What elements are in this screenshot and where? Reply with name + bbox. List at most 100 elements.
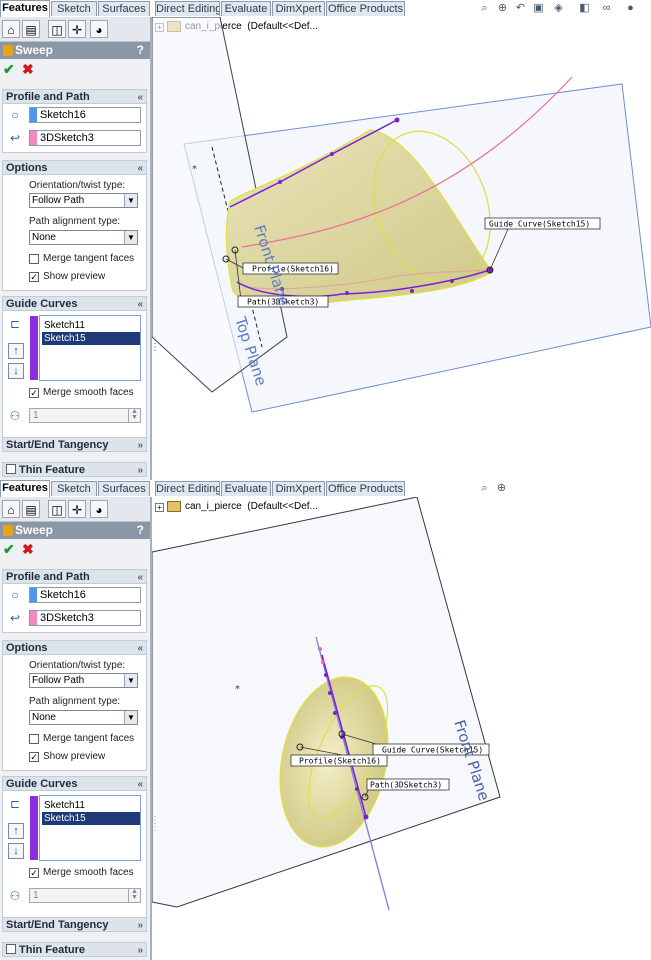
previous-view-icon[interactable]: ↶ [514, 2, 527, 15]
appearance-icon[interactable]: ● [624, 2, 637, 15]
chevron-down-icon: ▼ [124, 194, 137, 207]
zoom-to-fit-icon[interactable]: ⌕ [478, 482, 491, 495]
display-manager-icon[interactable]: ◕ [90, 500, 108, 518]
feature-manager-icon[interactable]: ⌂ [2, 20, 20, 38]
thin-feature-header[interactable]: Thin Feature » [2, 942, 147, 957]
orientation-select[interactable]: Follow Path ▼ [29, 673, 138, 688]
path-callout[interactable]: Path(3DSketch3) [366, 778, 450, 791]
group-title: Options [6, 162, 48, 174]
tab-surfaces[interactable]: Surfaces [98, 481, 150, 496]
cancel-button[interactable]: ✖ [22, 541, 34, 558]
group-title: Profile and Path [6, 91, 90, 103]
tab-evaluate[interactable]: Evaluate [221, 1, 271, 16]
path-value: 3DSketch3 [40, 132, 94, 144]
spinner-value: 1 [33, 410, 39, 421]
guide-curves-header[interactable]: Guide Curves « [2, 776, 147, 791]
tab-office-products[interactable]: Office Products [326, 481, 405, 496]
start-end-tangency-header[interactable]: Start/End Tangency » [2, 917, 147, 932]
merge-tangent-checkbox[interactable] [29, 734, 39, 744]
section-spinner[interactable]: 1 ▲ ▼ [29, 888, 141, 903]
property-manager-icon[interactable]: ▤ [22, 500, 40, 518]
list-item[interactable]: Sketch11 [42, 799, 140, 812]
alignment-select[interactable]: None ▼ [29, 230, 138, 245]
spinner-arrows-icon: ▲ ▼ [128, 408, 140, 422]
hide-show-icon[interactable]: ∞ [600, 2, 613, 15]
section-spinner[interactable]: 1 ▲ ▼ [29, 408, 141, 423]
path-color-swatch [30, 131, 37, 145]
tab-direct-editing[interactable]: Direct Editing [155, 481, 220, 496]
move-down-button[interactable]: ↓ [8, 363, 24, 379]
guide-curve-icon: ⊏ [9, 797, 21, 811]
tab-office-products[interactable]: Office Products [326, 1, 405, 16]
guide-curves-list[interactable]: Sketch11 Sketch15 [30, 795, 141, 861]
tab-dimxpert[interactable]: DimXpert [272, 1, 325, 16]
guide-curves-header[interactable]: Guide Curves « [2, 296, 147, 311]
zoom-area-icon[interactable]: ⊕ [495, 482, 508, 495]
zoom-to-fit-icon[interactable]: ⌕ [478, 2, 491, 15]
options-header[interactable]: Options « [2, 640, 147, 655]
collapse-icon: « [137, 92, 143, 103]
guide-color-bar [30, 796, 38, 860]
help-button[interactable]: ? [137, 42, 144, 59]
profile-callout[interactable]: Profile(Sketch16) [242, 262, 339, 275]
guide-curves-list[interactable]: Sketch11 Sketch15 [30, 315, 141, 381]
thin-feature-checkbox[interactable] [6, 944, 16, 954]
show-sections-icon[interactable]: ⚇ [7, 889, 23, 903]
display-style-icon[interactable]: ◧ [578, 2, 591, 15]
options-header[interactable]: Options « [2, 160, 147, 175]
bottom-screenshot: Features Sketch Surfaces Direct Editing … [0, 480, 651, 960]
view-orientation-icon[interactable]: ◈ [552, 2, 565, 15]
merge-tangent-checkbox[interactable] [29, 254, 39, 264]
dimxpert-manager-icon[interactable]: ✛ [68, 20, 86, 38]
show-sections-icon[interactable]: ⚇ [7, 409, 23, 423]
guide-callout[interactable]: Guide Curve(Sketch15) [484, 217, 601, 230]
tab-features[interactable]: Features [0, 480, 50, 497]
orientation-label: Orientation/twist type: [29, 660, 126, 671]
thin-feature-header[interactable]: Thin Feature » [2, 462, 147, 477]
move-up-button[interactable]: ↑ [8, 343, 24, 359]
path-field[interactable]: 3DSketch3 [29, 130, 141, 146]
show-preview-checkbox[interactable]: ✓ [29, 752, 39, 762]
configuration-manager-icon[interactable]: ◫ [48, 500, 66, 518]
path-field[interactable]: 3DSketch3 [29, 610, 141, 626]
profile-path-header[interactable]: Profile and Path « [2, 569, 147, 584]
alignment-select[interactable]: None ▼ [29, 710, 138, 725]
merge-smooth-checkbox[interactable]: ✓ [29, 388, 39, 398]
start-end-tangency-header[interactable]: Start/End Tangency » [2, 437, 147, 452]
dimxpert-manager-icon[interactable]: ✛ [68, 500, 86, 518]
tab-dimxpert[interactable]: DimXpert [272, 481, 325, 496]
sweep-icon [3, 525, 13, 536]
ok-button[interactable]: ✔ [3, 541, 15, 558]
graphics-area[interactable]: * Guide Curve(Sketch15) Profile(Sketch16… [152, 17, 651, 480]
tab-surfaces[interactable]: Surfaces [98, 1, 150, 16]
cancel-button[interactable]: ✖ [22, 61, 34, 78]
profile-field[interactable]: Sketch16 [29, 587, 141, 603]
tab-sketch[interactable]: Sketch [51, 1, 97, 16]
tab-direct-editing[interactable]: Direct Editing [155, 1, 220, 16]
help-button[interactable]: ? [137, 522, 144, 539]
feature-manager-icon[interactable]: ⌂ [2, 500, 20, 518]
thin-feature-checkbox[interactable] [6, 464, 16, 474]
profile-path-header[interactable]: Profile and Path « [2, 89, 147, 104]
move-down-button[interactable]: ↓ [8, 843, 24, 859]
profile-callout[interactable]: Profile(Sketch16) [290, 754, 388, 767]
collapse-icon: « [137, 572, 143, 583]
list-item-selected[interactable]: Sketch15 [42, 332, 140, 345]
tab-sketch[interactable]: Sketch [51, 481, 97, 496]
section-view-icon[interactable]: ▣ [532, 2, 545, 15]
orientation-select[interactable]: Follow Path ▼ [29, 193, 138, 208]
merge-smooth-checkbox[interactable]: ✓ [29, 868, 39, 878]
configuration-manager-icon[interactable]: ◫ [48, 20, 66, 38]
graphics-area[interactable]: * Guide Curve(Sketch15) Profile(Sketch16… [152, 497, 651, 960]
move-up-button[interactable]: ↑ [8, 823, 24, 839]
tab-features[interactable]: Features [0, 0, 50, 17]
profile-field[interactable]: Sketch16 [29, 107, 141, 123]
show-preview-checkbox[interactable]: ✓ [29, 272, 39, 282]
property-manager-icon[interactable]: ▤ [22, 20, 40, 38]
ok-button[interactable]: ✔ [3, 61, 15, 78]
list-item-selected[interactable]: Sketch15 [42, 812, 140, 825]
zoom-area-icon[interactable]: ⊕ [496, 2, 509, 15]
display-manager-icon[interactable]: ◕ [90, 20, 108, 38]
list-item[interactable]: Sketch11 [42, 319, 140, 332]
tab-evaluate[interactable]: Evaluate [221, 481, 271, 496]
